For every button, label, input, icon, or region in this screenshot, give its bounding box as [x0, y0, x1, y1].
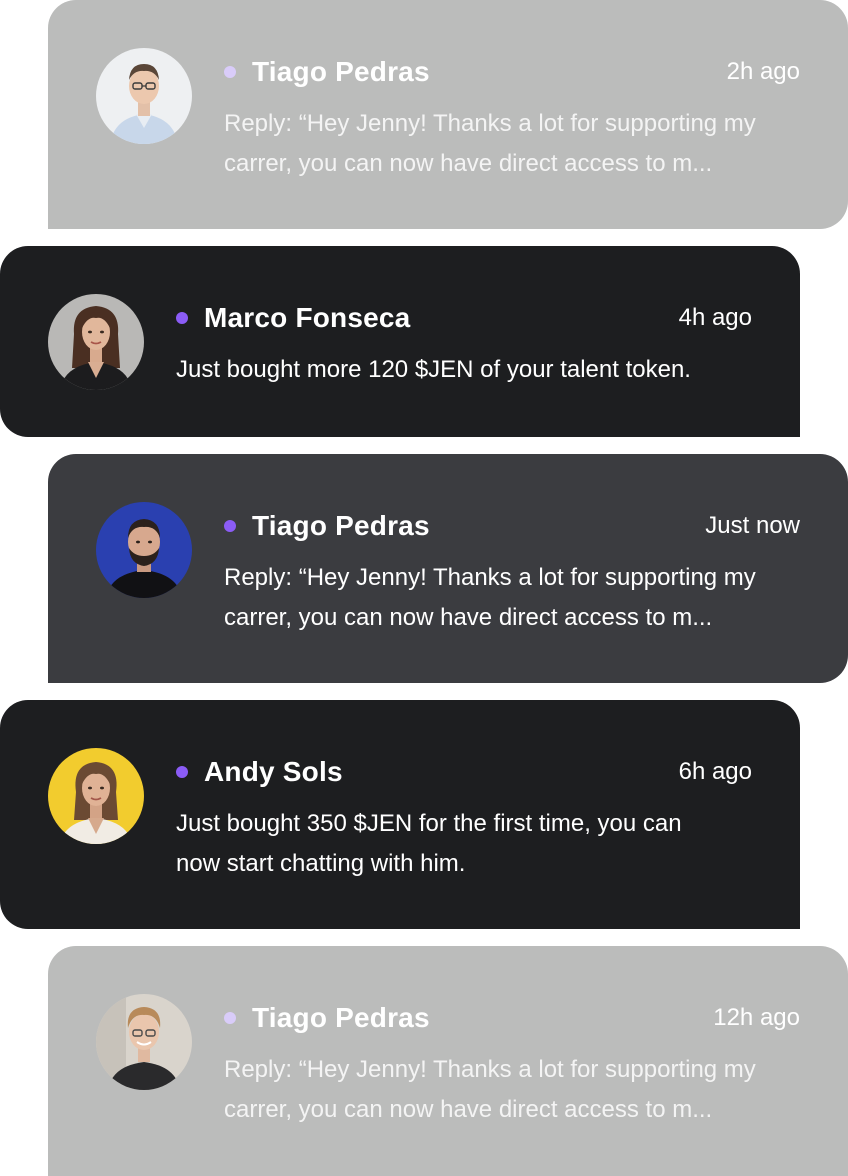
avatar	[48, 294, 144, 390]
unread-dot-icon	[224, 66, 236, 78]
unread-dot-icon	[176, 312, 188, 324]
timestamp: 6h ago	[678, 758, 752, 785]
notification-card[interactable]: Tiago Pedras 12h ago Reply: “Hey Jenny! …	[48, 946, 848, 1176]
notification-card[interactable]: Tiago Pedras Just now Reply: “Hey Jenny!…	[48, 454, 848, 683]
unread-dot-icon	[224, 1012, 236, 1024]
message-preview: Reply: “Hey Jenny! Thanks a lot for supp…	[224, 104, 800, 184]
notification-feed: Tiago Pedras 2h ago Reply: “Hey Jenny! T…	[0, 0, 848, 1176]
notification-card[interactable]: Marco Fonseca 4h ago Just bought more 12…	[0, 246, 800, 437]
avatar	[48, 748, 144, 844]
message-line: Reply: “Hey Jenny! Thanks a lot for supp…	[224, 1056, 756, 1083]
sender-name: Marco Fonseca	[204, 302, 411, 333]
avatar	[96, 48, 192, 144]
notification-card[interactable]: Tiago Pedras 2h ago Reply: “Hey Jenny! T…	[48, 0, 848, 229]
message-preview: Reply: “Hey Jenny! Thanks a lot for supp…	[224, 1050, 800, 1130]
sender-name: Tiago Pedras	[252, 510, 430, 541]
message-preview: Reply: “Hey Jenny! Thanks a lot for supp…	[224, 558, 800, 638]
timestamp: Just now	[705, 512, 800, 539]
message-line: Reply: “Hey Jenny! Thanks a lot for supp…	[224, 564, 756, 591]
timestamp: 2h ago	[726, 58, 800, 85]
unread-dot-icon	[176, 766, 188, 778]
message-line: now start chatting with him.	[176, 850, 466, 877]
avatar	[96, 994, 192, 1090]
sender-name: Tiago Pedras	[252, 56, 430, 87]
sender-name: Tiago Pedras	[252, 1002, 430, 1033]
unread-dot-icon	[224, 520, 236, 532]
message-line: carrer, you can now have direct access t…	[224, 1096, 713, 1123]
sender-name: Andy Sols	[204, 756, 343, 787]
message-line: carrer, you can now have direct access t…	[224, 604, 713, 631]
message-line: Reply: “Hey Jenny! Thanks a lot for supp…	[224, 110, 756, 137]
message-line: Just bought more 120 $JEN of your talent…	[176, 356, 691, 383]
message-line: Just bought 350 $JEN for the first time,…	[176, 810, 682, 837]
timestamp: 12h ago	[713, 1004, 800, 1031]
timestamp: 4h ago	[678, 304, 752, 331]
message-preview: Just bought more 120 $JEN of your talent…	[176, 350, 752, 390]
notification-card[interactable]: Andy Sols 6h ago Just bought 350 $JEN fo…	[0, 700, 800, 929]
avatar	[96, 502, 192, 598]
message-line: carrer, you can now have direct access t…	[224, 150, 713, 177]
message-preview: Just bought 350 $JEN for the first time,…	[176, 804, 752, 884]
